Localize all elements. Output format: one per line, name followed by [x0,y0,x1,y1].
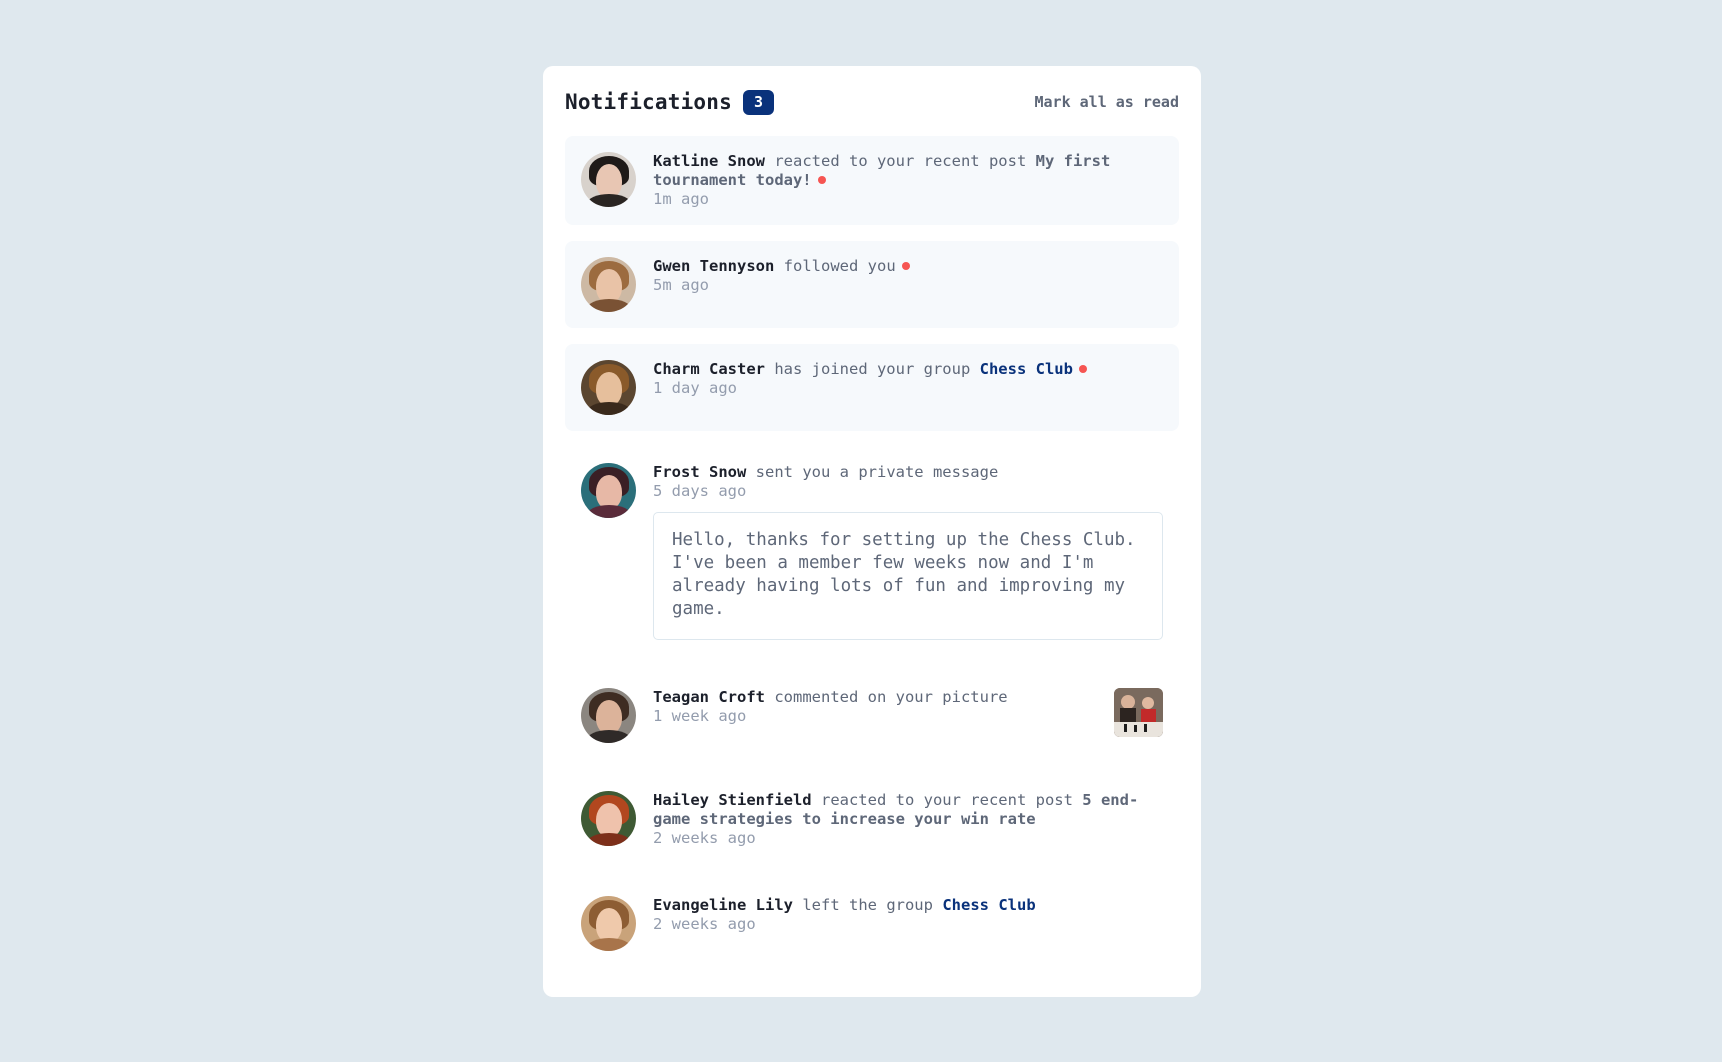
notification-item[interactable]: Katline Snow reacted to your recent post… [565,136,1179,225]
notification-content: Gwen Tennyson followed you 5m ago [653,257,1163,312]
notification-item[interactable]: Evangeline Lily left the group Chess Clu… [565,880,1179,967]
notification-action: reacted to your recent post [820,791,1073,809]
notification-text: Gwen Tennyson followed you [653,257,1163,276]
timestamp: 2 weeks ago [653,915,756,933]
user-name[interactable]: Evangeline Lily [653,896,793,914]
unread-dot [817,176,826,184]
timestamp: 2 weeks ago [653,829,756,847]
notification-content: Hailey Stienfield reacted to your recent… [653,791,1163,848]
notification-action: commented on your picture [774,688,1008,706]
notification-content: Frost Snow sent you a private message 5 … [653,463,1163,640]
notification-action: reacted to your recent post [774,152,1027,170]
notifications-header: Notifications 3 Mark all as read [565,88,1179,116]
user-name[interactable]: Teagan Croft [653,688,765,706]
commented-picture-thumbnail[interactable] [1114,688,1163,737]
user-name[interactable]: Charm Caster [653,360,765,378]
timestamp: 1 day ago [653,379,737,397]
notification-content: Katline Snow reacted to your recent post… [653,152,1163,209]
notification-action: has joined your group [774,360,971,378]
notification-content: Charm Caster has joined your group Chess… [653,360,1163,415]
notification-item[interactable]: Teagan Croft commented on your picture 1… [565,672,1179,759]
page-title: Notifications [565,90,732,114]
notification-text: Frost Snow sent you a private message [653,463,1163,482]
timestamp: 1m ago [653,190,709,208]
user-name[interactable]: Katline Snow [653,152,765,170]
avatar[interactable] [581,791,636,846]
notification-text: Evangeline Lily left the group Chess Clu… [653,896,1163,915]
header-title-group: Notifications 3 [565,89,774,115]
notification-text-block: Teagan Croft commented on your picture 1… [653,688,1008,743]
private-message-preview[interactable]: Hello, thanks for setting up the Chess C… [653,512,1163,640]
avatar[interactable] [581,463,636,518]
notification-action: sent you a private message [755,463,999,481]
user-name[interactable]: Frost Snow [653,463,746,481]
timestamp: 1 week ago [653,707,747,725]
notification-item[interactable]: Charm Caster has joined your group Chess… [565,344,1179,431]
notification-action: followed you [783,257,896,275]
group-link[interactable]: Chess Club [942,896,1035,914]
unread-dot [1078,365,1087,373]
group-link[interactable]: Chess Club [980,360,1073,378]
notification-item[interactable]: Hailey Stienfield reacted to your recent… [565,775,1179,864]
user-name[interactable]: Hailey Stienfield [653,791,812,809]
notification-action: left the group [802,896,933,914]
notification-item[interactable]: Frost Snow sent you a private message 5 … [565,447,1179,656]
notification-content: Teagan Croft commented on your picture 1… [653,688,1163,743]
avatar[interactable] [581,360,636,415]
notification-item[interactable]: Gwen Tennyson followed you 5m ago [565,241,1179,328]
notification-text: Charm Caster has joined your group Chess… [653,360,1163,379]
mark-all-as-read-button[interactable]: Mark all as read [1035,93,1180,111]
avatar[interactable] [581,896,636,951]
notification-text: Teagan Croft commented on your picture [653,688,1008,707]
avatar[interactable] [581,152,636,207]
notifications-card: Notifications 3 Mark all as read Katline… [543,66,1201,997]
notification-content: Evangeline Lily left the group Chess Clu… [653,896,1163,951]
avatar[interactable] [581,257,636,312]
unread-count-badge: 3 [742,89,774,115]
avatar[interactable] [581,688,636,743]
user-name[interactable]: Gwen Tennyson [653,257,774,275]
notification-text: Katline Snow reacted to your recent post… [653,152,1163,190]
timestamp: 5m ago [653,276,709,294]
notification-text: Hailey Stienfield reacted to your recent… [653,791,1163,829]
unread-dot [901,262,910,270]
timestamp: 5 days ago [653,482,747,500]
